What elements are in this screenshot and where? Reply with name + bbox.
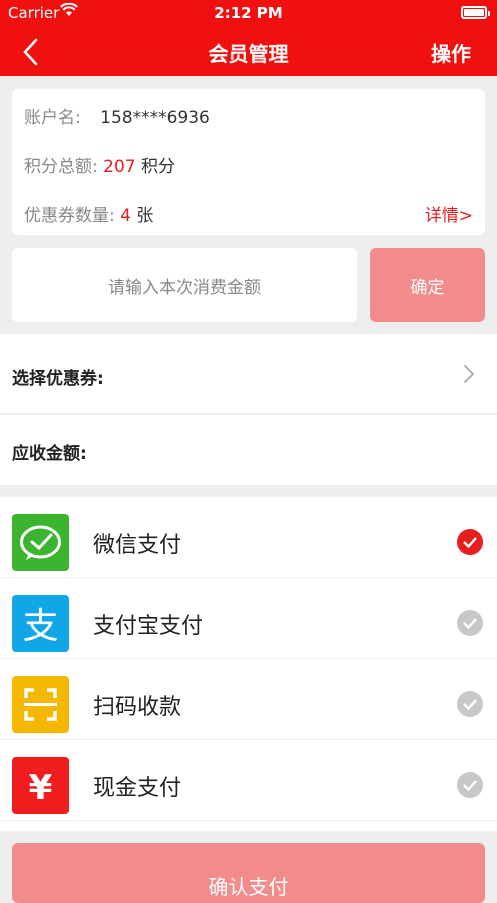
checkmark-unselected-icon[interactable] bbox=[457, 772, 483, 798]
battery-icon bbox=[461, 6, 490, 19]
wechat-pay-icon bbox=[12, 514, 69, 571]
receivable-row: 应收金额: bbox=[0, 415, 497, 485]
points-value: 207 bbox=[103, 157, 136, 177]
account-name-label: 账户名: bbox=[24, 108, 81, 128]
svg-text:¥: ¥ bbox=[29, 768, 53, 808]
scan-icon bbox=[12, 676, 69, 733]
payment-option-alipay[interactable]: 支 支付宝支付 bbox=[0, 578, 497, 659]
points-row: 积分总额: 207 积分 bbox=[24, 152, 175, 177]
coupon-detail-link[interactable]: 详情> bbox=[425, 201, 473, 226]
payment-option-cash[interactable]: ¥ 现金支付 bbox=[0, 740, 497, 821]
confirm-payment-button[interactable]: 确认支付 bbox=[12, 843, 485, 903]
operate-button[interactable]: 操作 bbox=[431, 38, 471, 67]
amount-input[interactable]: 请输入本次消费金额 bbox=[12, 248, 357, 322]
account-info-card: 账户名: 158****6936 积分总额: 207 积分 优惠券数量: 4 张… bbox=[12, 89, 485, 235]
coupons-unit: 张 bbox=[136, 206, 154, 226]
checkmark-unselected-icon[interactable] bbox=[457, 610, 483, 636]
account-name-row: 账户名: 158****6936 bbox=[24, 103, 210, 128]
payment-label: 微信支付 bbox=[93, 533, 182, 558]
page-title: 会员管理 bbox=[208, 42, 289, 66]
payment-methods-list: 微信支付 支 支付宝支付 扫码收款 ¥ 现金支付 bbox=[0, 497, 497, 831]
payment-label: 支付宝支付 bbox=[93, 614, 204, 639]
confirm-amount-button[interactable]: 确定 bbox=[370, 248, 485, 322]
receivable-label: 应收金额: bbox=[12, 444, 87, 464]
status-bar: Carrier 2:12 PM bbox=[0, 0, 497, 26]
checkmark-unselected-icon[interactable] bbox=[457, 691, 483, 717]
payment-label: 现金支付 bbox=[93, 776, 182, 801]
status-time: 2:12 PM bbox=[214, 4, 283, 22]
account-name-value: 158****6936 bbox=[100, 108, 210, 128]
nav-bar: 会员管理 操作 bbox=[0, 26, 497, 76]
coupons-label: 优惠券数量: bbox=[24, 206, 115, 226]
points-label: 积分总额: bbox=[24, 157, 98, 177]
cash-yen-icon: ¥ bbox=[12, 757, 69, 814]
coupons-value: 4 bbox=[120, 206, 131, 226]
svg-text:支: 支 bbox=[22, 606, 58, 647]
payment-option-wechat[interactable]: 微信支付 bbox=[0, 497, 497, 578]
chevron-right-icon bbox=[464, 365, 475, 383]
payment-label: 扫码收款 bbox=[93, 695, 182, 720]
select-coupon-label: 选择优惠券: bbox=[12, 369, 104, 389]
alipay-icon: 支 bbox=[12, 595, 69, 652]
payment-option-scan[interactable]: 扫码收款 bbox=[0, 659, 497, 740]
points-unit: 积分 bbox=[141, 157, 175, 177]
coupons-row: 优惠券数量: 4 张 bbox=[24, 201, 153, 226]
select-coupon-row[interactable]: 选择优惠券: bbox=[0, 334, 497, 414]
checkmark-selected-icon[interactable] bbox=[457, 529, 483, 555]
